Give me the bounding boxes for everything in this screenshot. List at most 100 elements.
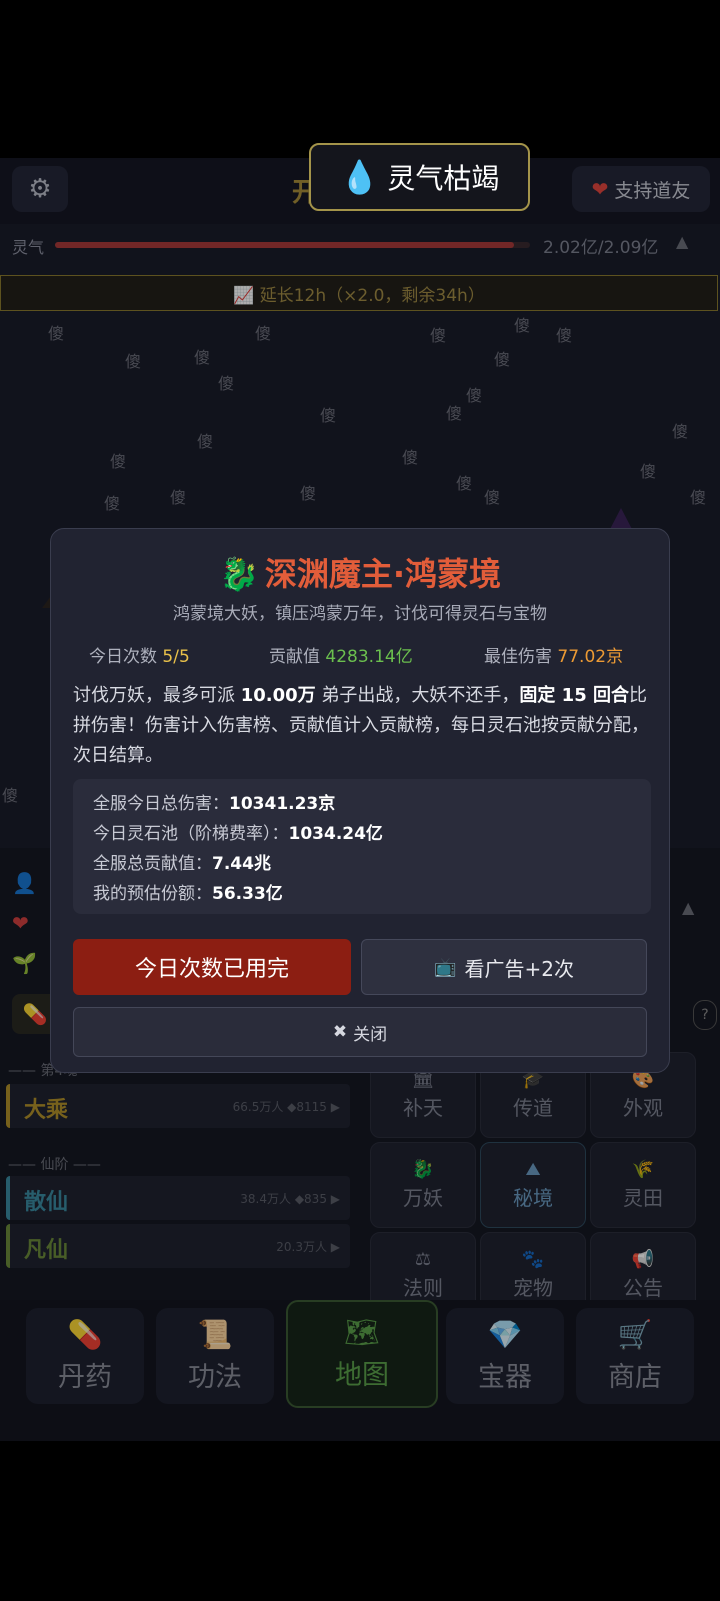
rain-glyph: 傻 <box>170 488 187 507</box>
tv-icon: 📺 <box>434 956 457 978</box>
close-button[interactable]: ✖ 关闭 <box>73 1007 647 1057</box>
wheat-icon: 🌾 <box>631 1159 655 1180</box>
bottom-nav: 💊 丹药 📜 功法 🗺 地图 💎 宝器 🛒 商店 <box>0 1300 720 1441</box>
dragon-icon: 🐉 <box>411 1159 435 1180</box>
close-label: 关闭 <box>353 1024 388 1045</box>
nav-label: 宝器 <box>478 1362 532 1393</box>
paw-icon: 🐾 <box>521 1249 545 1270</box>
realm-name: 散仙 <box>24 1190 69 1215</box>
collapse-arrow-icon[interactable]: ▲ <box>682 898 694 917</box>
attempts-used-button[interactable]: 今日次数已用完 <box>73 939 351 995</box>
mountain-icon: ⛰ <box>525 1159 541 1180</box>
map-icon: 🗺 <box>344 1316 380 1349</box>
rain-glyph: 傻 <box>48 324 65 343</box>
desc-part1: 讨伐万妖，最多可派 <box>73 685 241 706</box>
grid-label: 灵田 <box>623 1186 663 1210</box>
modal-description: 讨伐万妖，最多可派 10.00万 弟子出战，大妖不还手，固定 15 回合比拼伤害… <box>73 681 653 771</box>
rain-glyph: 傻 <box>690 488 707 507</box>
rain-glyph: 傻 <box>494 350 511 369</box>
rain-glyph: 傻 <box>456 474 473 493</box>
grid-label: 万妖 <box>403 1186 443 1210</box>
grid-wanyao[interactable]: 🐉 万妖 <box>370 1142 476 1228</box>
rain-glyph: 傻 <box>430 326 447 345</box>
attempts-stat: 今日次数 5/5 <box>89 642 190 667</box>
my-share-line: 我的预估份额：56.33亿 <box>93 879 283 904</box>
rain-glyph: 傻 <box>466 386 483 405</box>
pill-icon: 💊 <box>67 1318 103 1351</box>
rain-glyph: 傻 <box>402 448 419 467</box>
realm-item[interactable]: 散仙 38.4万人 ◆835 ▶ <box>6 1176 350 1220</box>
grid-label: 宠物 <box>513 1276 553 1300</box>
nav-label: 丹药 <box>58 1362 112 1393</box>
total-contribution-line: 全服总贡献值：7.44兆 <box>93 849 271 874</box>
nav-baoqi[interactable]: 💎 宝器 <box>446 1308 564 1404</box>
best-damage-stat: 最佳伤害 77.02京 <box>484 642 623 667</box>
grid-label: 法则 <box>403 1276 443 1300</box>
total-damage-value: 10341.23京 <box>229 794 336 814</box>
dragon-icon: 🐉 <box>218 555 259 593</box>
modal-title: 深渊魔主·鸿蒙境 <box>264 555 501 593</box>
boss-modal: 🐉 深渊魔主·鸿蒙境 鸿蒙境大妖，镇压鸿蒙万年，讨伐可得灵石与宝物 今日次数 5/… <box>50 528 670 1073</box>
rain-glyph: 傻 <box>514 316 531 335</box>
rain-glyph: 傻 <box>556 326 573 345</box>
nav-label: 功法 <box>188 1362 242 1393</box>
sprout-icon: 🌱 <box>12 951 37 975</box>
info-label: 全服今日总伤害： <box>93 794 229 814</box>
rain-glyph: 傻 <box>197 432 214 451</box>
desc-highlight1: 10.00万 <box>240 685 316 706</box>
support-button[interactable]: ❤ 支持道友 <box>572 166 710 212</box>
nav-danyao[interactable]: 💊 丹药 <box>26 1308 144 1404</box>
toast: 💧 灵气枯竭 <box>309 143 530 211</box>
gem-icon: 💎 <box>487 1318 523 1351</box>
rain-glyph: 傻 <box>218 374 235 393</box>
mountain-icon: ▲ <box>676 232 689 251</box>
contribution-label: 贡献值 <box>269 647 320 667</box>
water-drop-icon: 💧 <box>339 158 380 196</box>
heart-icon: ❤ <box>591 177 609 201</box>
modal-title-row: 🐉 深渊魔主·鸿蒙境 <box>51 549 669 595</box>
rain-glyph: 傻 <box>104 494 121 513</box>
realm-meta: 38.4万人 ◆835 ▶ <box>240 1192 340 1206</box>
nav-shangdian[interactable]: 🛒 商店 <box>576 1308 694 1404</box>
realm-item[interactable]: 大乘 66.5万人 ◆8115 ▶ <box>6 1084 350 1128</box>
help-icon[interactable]: ? <box>693 1000 717 1030</box>
nav-gongfa[interactable]: 📜 功法 <box>156 1308 274 1404</box>
watch-ad-label: 看广告+2次 <box>464 956 574 981</box>
nav-label: 地图 <box>335 1360 389 1391</box>
rain-glyph: 傻 <box>640 462 657 481</box>
settings-button[interactable]: ⚙ <box>12 166 68 212</box>
server-info-box: 全服今日总伤害：10341.23京 今日灵石池（阶梯费率）：1034.24亿 全… <box>73 779 651 914</box>
desc-part2: 弟子出战，大妖不还手， <box>315 685 520 706</box>
gear-icon: ⚙ <box>28 174 52 204</box>
qi-label: 灵气 <box>12 238 45 257</box>
rain-glyph: 傻 <box>194 348 211 367</box>
grid-lingtian[interactable]: 🌾 灵田 <box>590 1142 696 1228</box>
qi-progress-track <box>55 242 530 248</box>
cart-icon: 🛒 <box>617 1318 653 1351</box>
grid-mijing[interactable]: ⛰ 秘境 <box>480 1142 586 1228</box>
stone-pool-value: 1034.24亿 <box>288 824 383 844</box>
qi-bar: 灵气 2.02亿/2.09亿 ▲ <box>0 228 720 260</box>
rain-glyph: 傻 <box>255 324 272 343</box>
megaphone-icon: 📢 <box>631 1249 655 1270</box>
scroll-icon: 📜 <box>197 1318 233 1351</box>
rain-glyph: 傻 <box>320 406 337 425</box>
realm-name: 凡仙 <box>24 1238 69 1263</box>
stat-icons: 👤 ❤ 🌱 <box>12 863 37 983</box>
grid-label: 秘境 <box>513 1186 553 1210</box>
best-damage-value: 77.02京 <box>557 647 624 667</box>
toast-text: 灵气枯竭 <box>387 162 500 195</box>
watch-ad-button[interactable]: 📺 看广告+2次 <box>361 939 647 995</box>
qi-value: 2.02亿/2.09亿 <box>543 238 659 258</box>
attempts-value: 5/5 <box>162 647 190 667</box>
realm-item[interactable]: 凡仙 20.3万人 ▶ <box>6 1224 350 1268</box>
info-label: 我的预估份额： <box>93 884 212 904</box>
realm-section-label: 仙阶 <box>40 1157 69 1173</box>
realm-meta: 66.5万人 ◆8115 ▶ <box>232 1100 340 1114</box>
rain-glyph: 傻 <box>484 488 501 507</box>
grid-label: 公告 <box>623 1276 663 1300</box>
extend-bar[interactable]: 📈 延长12h（×2.0，剩余34h） <box>0 275 718 311</box>
nav-ditu[interactable]: 🗺 地图 <box>286 1300 438 1408</box>
rain-glyph: 傻 <box>672 422 689 441</box>
qi-progress-fill <box>55 242 514 248</box>
